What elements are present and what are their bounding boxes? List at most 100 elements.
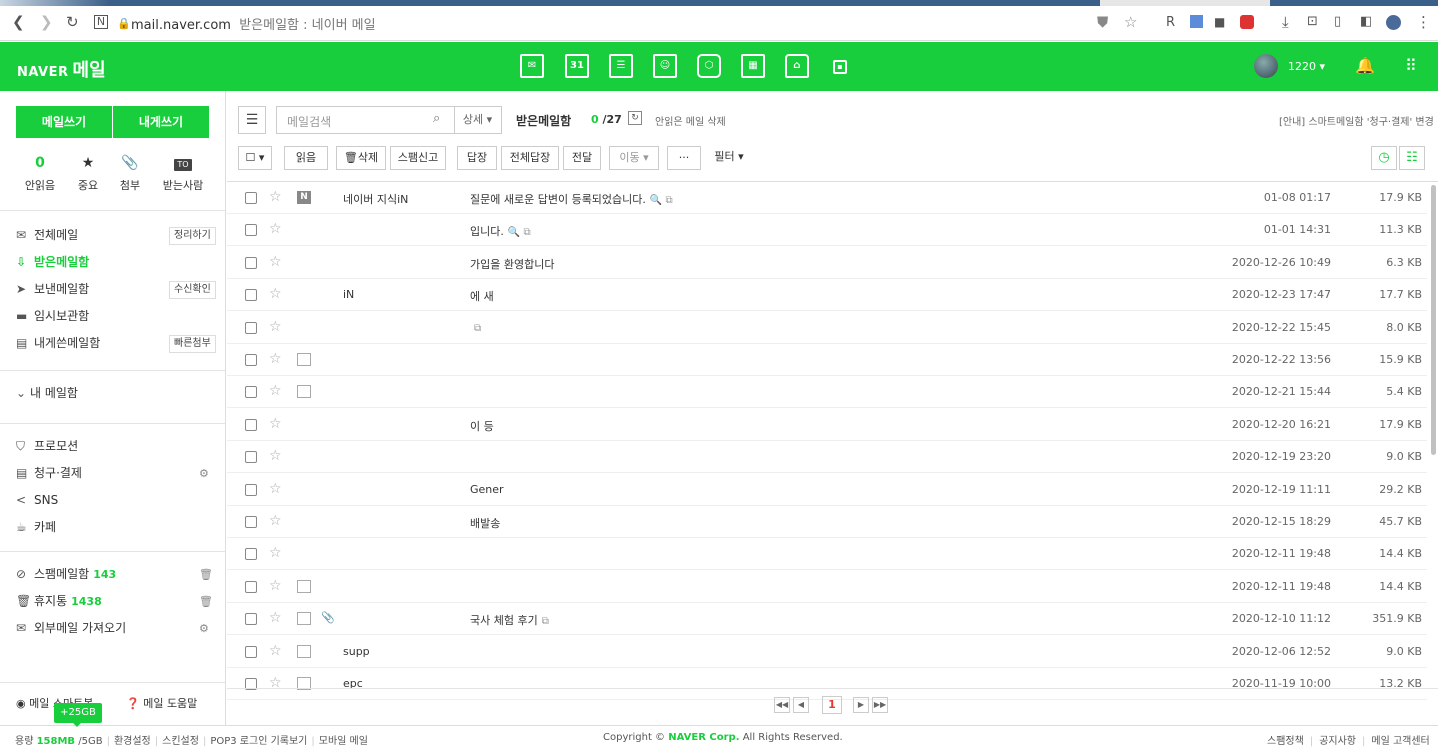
mail-row[interactable]: ☆ 이 등 2020-12-20 16:21 17.9 KB (227, 409, 1427, 441)
folder-billing[interactable]: ▤ 청구·결제 (16, 463, 82, 483)
folder-sent[interactable]: ➤ 보낸메일함 (16, 279, 89, 299)
quick-recipient[interactable]: TO 받는사람 (158, 153, 208, 193)
mail-subject[interactable]: 에 새 (470, 288, 498, 304)
star-icon[interactable]: ☆ (269, 221, 282, 237)
mail-subject[interactable]: 질문에 새로운 답변이 등록되었습니다. 🔍 ⧉ (470, 191, 673, 207)
extension-red-icon[interactable] (1240, 15, 1254, 29)
mail-subject[interactable]: 가입을 환영합니다 (470, 256, 558, 272)
mail-search-input[interactable]: 메일검색 (276, 106, 455, 134)
more-apps-icon[interactable]: ▪ (833, 60, 847, 74)
organize-button[interactable]: 정리하기 (169, 227, 216, 245)
reader-icon[interactable]: ▯ (1334, 13, 1341, 31)
detail-search-button[interactable]: 상세 ▾ (454, 106, 502, 134)
reload-icon[interactable]: ↻ (66, 13, 79, 31)
star-icon[interactable]: ☆ (269, 578, 282, 594)
star-icon[interactable]: ☆ (269, 351, 282, 367)
star-icon[interactable]: ☆ (269, 319, 282, 335)
mail-subject[interactable] (470, 353, 474, 366)
user-avatar[interactable] (1254, 54, 1278, 78)
office-app-icon[interactable]: ⌂ (785, 54, 809, 78)
folder-drafts[interactable]: ▬ 임시보관함 (16, 306, 89, 326)
extension-r-icon[interactable]: R (1166, 14, 1175, 32)
folder-inbox[interactable]: ⇩ 받은메일함 (16, 252, 89, 272)
naver-mail-logo[interactable]: NAVER 메일 (17, 56, 106, 82)
mail-sender[interactable]: supp (343, 645, 453, 658)
note-app-icon[interactable]: ▦ (741, 54, 765, 78)
mail-subject[interactable] (470, 450, 474, 463)
mail-subject[interactable]: 이 등 (470, 418, 498, 434)
mail-checkbox[interactable] (245, 418, 257, 431)
address-bar[interactable]: mail.naver.com 받은메일함 : 네이버 메일 (131, 14, 376, 33)
more-button[interactable]: ··· (667, 146, 701, 170)
star-icon[interactable]: ☆ (269, 416, 282, 432)
preview-icon[interactable]: ⧉ (474, 323, 481, 334)
mail-checkbox[interactable] (245, 548, 257, 561)
star-icon[interactable]: ☆ (269, 610, 282, 626)
mail-subject[interactable]: ⧉ (470, 321, 481, 334)
mail-subject[interactable]: Gener (470, 483, 508, 496)
customer-center-link[interactable]: 메일 고객센터 (1371, 736, 1429, 747)
list-scrollbar[interactable] (1429, 183, 1438, 683)
spam-report-button[interactable]: 스팸신고 (390, 146, 446, 170)
mark-read-button[interactable]: 읽음 (284, 146, 328, 170)
select-all-checkbox[interactable]: ☐ ▾ (238, 146, 272, 170)
browser-menu-icon[interactable]: ⋮ (1416, 13, 1431, 31)
mail-row[interactable]: ☆ ⧉ 2020-12-22 15:45 8.0 KB (227, 312, 1427, 344)
list-view-icon[interactable]: ☷ (1399, 146, 1425, 170)
reply-button[interactable]: 답장 (457, 146, 497, 170)
notice-link[interactable]: [안내] 스마트메일함 '청구·결제' 변경 (1279, 113, 1434, 128)
mail-checkbox[interactable] (245, 386, 257, 399)
mail-checkbox[interactable] (245, 451, 257, 464)
folder-self[interactable]: ▤ 내게쓴메일함 (16, 333, 100, 353)
folder-sns[interactable]: < SNS (16, 490, 58, 510)
star-icon[interactable]: ☆ (269, 383, 282, 399)
sidepanel-icon[interactable]: ◧ (1360, 13, 1372, 31)
quick-attach-button[interactable]: 빠른첨부 (169, 335, 216, 353)
mail-subject[interactable]: 입니다. 🔍 ⧉ (470, 223, 531, 239)
last-page-icon[interactable]: ▶▶ (872, 697, 888, 713)
mail-checkbox[interactable] (245, 192, 257, 204)
mail-app-icon[interactable]: ✉ (520, 54, 544, 78)
hamburger-menu-icon[interactable]: ☰ (238, 106, 266, 134)
corp-name[interactable]: NAVER Corp. (668, 732, 739, 743)
star-icon[interactable]: ☆ (269, 481, 282, 497)
notice-board-link[interactable]: 공지사항 (1319, 736, 1356, 747)
star-icon[interactable]: ☆ (269, 286, 282, 302)
mail-subject[interactable]: 배발송 (470, 515, 504, 531)
forward-button[interactable]: 전달 (563, 146, 601, 170)
scrollbar-thumb[interactable] (1431, 185, 1436, 455)
mail-checkbox[interactable] (245, 289, 257, 302)
mail-checkbox[interactable] (245, 354, 257, 366)
mail-subject[interactable] (470, 580, 474, 593)
star-icon[interactable]: ☆ (269, 448, 282, 464)
mail-row[interactable]: ☆ iN 에 새 2020-12-23 17:47 17.7 KB (227, 279, 1427, 312)
move-button[interactable]: 이동 ▾ (609, 146, 659, 170)
billing-settings-gear-icon[interactable]: ⚙ (199, 467, 209, 480)
mail-checkbox[interactable] (245, 224, 257, 237)
folder-promotion[interactable]: ⛉ 프로모션 (16, 436, 78, 456)
clock-view-icon[interactable]: ◷ (1371, 146, 1397, 170)
pop3-log-link[interactable]: POP3 로그인 기록보기 (210, 736, 307, 747)
refresh-icon[interactable]: ↻ (628, 111, 642, 125)
search-icon[interactable]: ⌕ (433, 111, 440, 126)
quick-unread[interactable]: 0 안읽음 (15, 153, 65, 193)
star-icon[interactable]: ☆ (269, 643, 282, 659)
write-to-self-button[interactable]: 내게쓰기 (113, 106, 209, 138)
read-receipt-button[interactable]: 수신확인 (169, 281, 216, 299)
mail-row[interactable]: ☆ N 네이버 지식iN 질문에 새로운 답변이 등록되었습니다. 🔍 ⧉ 01-08 0… (227, 182, 1427, 214)
prev-page-icon[interactable]: ◀ (793, 697, 809, 713)
app-grid-icon[interactable]: ⠿ (1405, 56, 1417, 75)
notification-bell-icon[interactable]: 🔔 (1355, 56, 1375, 75)
screenshot-icon[interactable]: ⊡ (1307, 13, 1318, 31)
current-page[interactable]: 1 (822, 696, 842, 714)
mail-checkbox[interactable] (245, 613, 257, 626)
delete-unread-link[interactable]: 안읽은 메일 삭제 (655, 113, 726, 128)
box-app-icon[interactable]: ⬡ (697, 54, 721, 78)
star-icon[interactable]: ☆ (269, 513, 282, 529)
external-settings-gear-icon[interactable]: ⚙ (199, 622, 209, 635)
todo-app-icon[interactable]: ☰ (609, 54, 633, 78)
mail-subject[interactable]: 국사 체험 후기 ⧉ (470, 612, 549, 628)
reply-all-button[interactable]: 전체답장 (501, 146, 559, 170)
mail-row[interactable]: ☆ 가입을 환영합니다 2020-12-26 10:49 6.3 KB (227, 247, 1427, 279)
delete-button[interactable]: 🗑삭제 (336, 146, 386, 170)
